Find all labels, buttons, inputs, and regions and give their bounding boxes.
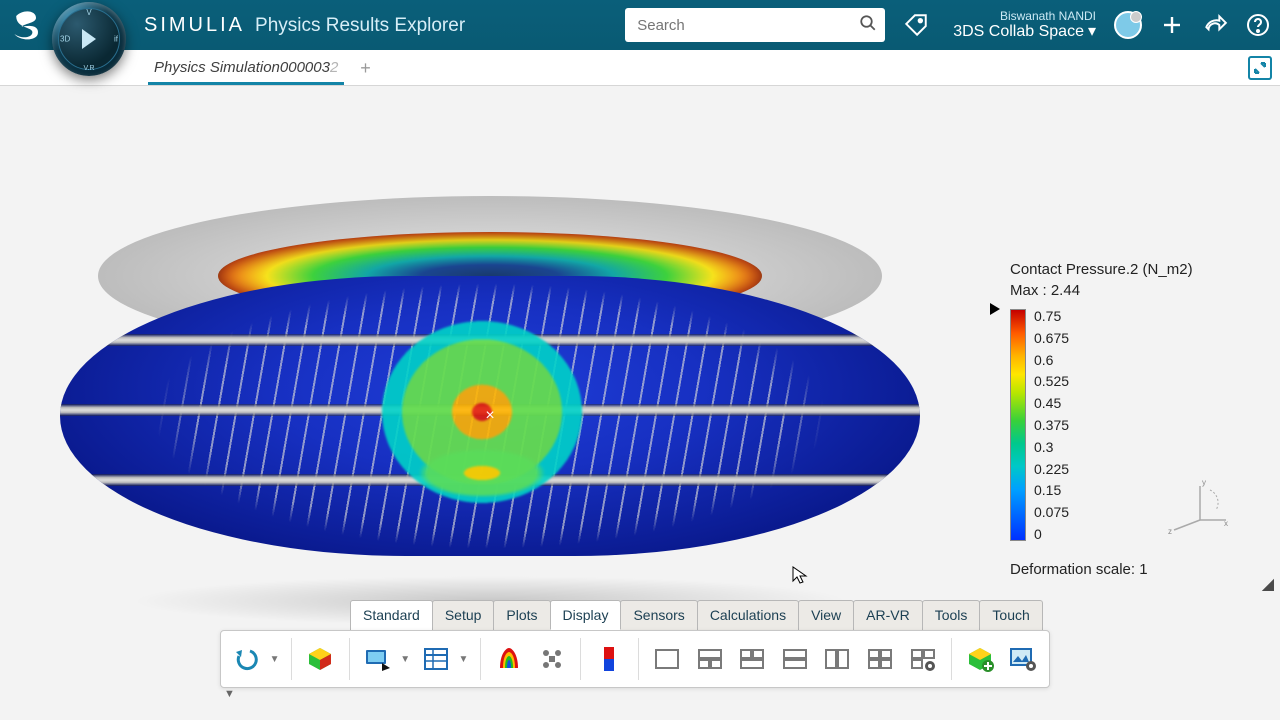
action-tab-view[interactable]: View xyxy=(798,600,854,630)
axis-x-label: x xyxy=(1224,519,1228,528)
search-input[interactable] xyxy=(637,17,859,34)
layout-top-split-button[interactable] xyxy=(691,640,728,678)
top-bar: V V.R 3D if SIMULIA Physics Results Expl… xyxy=(0,0,1280,50)
undo-dropdown[interactable]: ▼ xyxy=(270,654,282,665)
user-block[interactable]: Biswanath NANDI 3DS Collab Space▾ xyxy=(953,10,1096,41)
workspace-name: 3DS Collab Space xyxy=(953,23,1084,41)
collapse-panels-button[interactable] xyxy=(1248,56,1272,80)
contact-patch xyxy=(382,318,582,506)
view-triad[interactable]: y x z xyxy=(1166,476,1230,536)
layout-settings-button[interactable] xyxy=(904,640,941,678)
create-view-button[interactable] xyxy=(962,640,999,678)
legend-title: Contact Pressure.2 (N_m2) xyxy=(1010,261,1230,278)
legend-tick: 0.75 xyxy=(1034,309,1069,323)
resize-wedge-icon[interactable]: ◢ xyxy=(1262,574,1274,594)
model-display-button[interactable] xyxy=(302,640,339,678)
profile-icon[interactable] xyxy=(1114,11,1142,39)
app-title: SIMULIA Physics Results Explorer xyxy=(144,14,465,37)
legend-tick: 0.45 xyxy=(1034,396,1069,410)
element-color-button[interactable] xyxy=(534,640,571,678)
compass-east: if xyxy=(114,35,118,44)
chevron-down-icon: ▾ xyxy=(1088,23,1096,41)
help-icon[interactable] xyxy=(1246,13,1270,37)
legend-tick: 0 xyxy=(1034,527,1069,541)
document-tab-strip: Physics Simulation0000032 + xyxy=(0,50,1280,86)
legend-tick: 0.15 xyxy=(1034,483,1069,497)
action-ribbon: ▼ ▼ ▼ xyxy=(220,630,1050,688)
legend-tick: 0.525 xyxy=(1034,374,1069,388)
deformation-scale: Deformation scale: 1 xyxy=(1010,561,1230,578)
ds-logo-icon[interactable] xyxy=(6,4,48,46)
results-table-button[interactable] xyxy=(418,640,455,678)
action-tab-touch[interactable]: Touch xyxy=(979,600,1042,630)
action-tab-sensors[interactable]: Sensors xyxy=(620,600,697,630)
compass-west: 3D xyxy=(60,35,70,44)
axis-z-label: z xyxy=(1168,527,1172,536)
layout-bottom-split-button[interactable] xyxy=(734,640,771,678)
layout-quad-button[interactable] xyxy=(862,640,899,678)
document-tab[interactable]: Physics Simulation0000032 xyxy=(148,52,344,85)
search-icon[interactable] xyxy=(859,14,877,37)
legend-max: Max : 2.44 xyxy=(1010,282,1230,299)
image-settings-button[interactable] xyxy=(1005,640,1042,678)
compass-north: V xyxy=(86,8,91,17)
action-tab-ar-vr[interactable]: AR-VR xyxy=(853,600,923,630)
play-icon xyxy=(82,29,96,49)
compass-widget[interactable]: V V.R 3D if xyxy=(52,2,126,76)
layout-vsplit-button[interactable] xyxy=(819,640,856,678)
color-swatch-button[interactable] xyxy=(591,640,628,678)
compass-south: V.R xyxy=(83,65,94,72)
undo-button[interactable] xyxy=(229,640,266,678)
tire-model: × xyxy=(60,196,920,616)
legend-tick: 0.3 xyxy=(1034,440,1069,454)
table-dropdown[interactable]: ▼ xyxy=(458,654,470,665)
action-tab-standard[interactable]: Standard xyxy=(350,600,433,630)
legend-tick: 0.375 xyxy=(1034,418,1069,432)
brand-name: SIMULIA xyxy=(144,14,245,37)
tab-label-suffix: 2 xyxy=(330,59,338,76)
legend-tick: 0.675 xyxy=(1034,331,1069,345)
add-icon[interactable] xyxy=(1160,13,1184,37)
contour-plot-button[interactable] xyxy=(491,640,528,678)
action-tab-calculations[interactable]: Calculations xyxy=(697,600,799,630)
action-bar-tabs: StandardSetupPlotsDisplaySensorsCalculat… xyxy=(350,600,1042,630)
animate-button[interactable] xyxy=(360,640,397,678)
tag-icon[interactable] xyxy=(903,12,929,38)
legend-tick: 0.6 xyxy=(1034,353,1069,367)
axis-y-label: y xyxy=(1202,478,1206,487)
action-tab-plots[interactable]: Plots xyxy=(493,600,550,630)
new-tab-button[interactable]: + xyxy=(360,58,371,85)
viewport-3d[interactable]: × Contact Pressure.2 (N_m2) Max : 2.44 0… xyxy=(0,86,1280,720)
ribbon-expand-button[interactable]: ▼ xyxy=(224,688,235,700)
tire-tread: × xyxy=(60,276,920,556)
legend-tick: 0.075 xyxy=(1034,505,1069,519)
module-name: Physics Results Explorer xyxy=(255,15,465,37)
layout-hsplit-button[interactable] xyxy=(777,640,814,678)
action-tab-tools[interactable]: Tools xyxy=(922,600,981,630)
cursor-icon xyxy=(792,566,808,589)
legend-ticks: 0.75 0.675 0.6 0.525 0.45 0.375 0.3 0.225 0.15 0.… xyxy=(1034,309,1069,541)
user-name: Biswanath NANDI xyxy=(953,10,1096,23)
search-box[interactable] xyxy=(625,8,885,42)
action-tab-setup[interactable]: Setup xyxy=(432,600,495,630)
layout-1x1-button[interactable] xyxy=(649,640,686,678)
share-icon[interactable] xyxy=(1202,12,1228,38)
animate-dropdown[interactable]: ▼ xyxy=(400,654,412,665)
action-tab-display[interactable]: Display xyxy=(550,600,622,630)
tab-label: Physics Simulation000003 xyxy=(154,59,330,76)
legend-tick: 0.225 xyxy=(1034,462,1069,476)
pivot-marker-icon: × xyxy=(485,407,494,425)
legend-colorbar[interactable] xyxy=(1010,309,1026,541)
legend-pointer-icon xyxy=(990,303,1000,315)
